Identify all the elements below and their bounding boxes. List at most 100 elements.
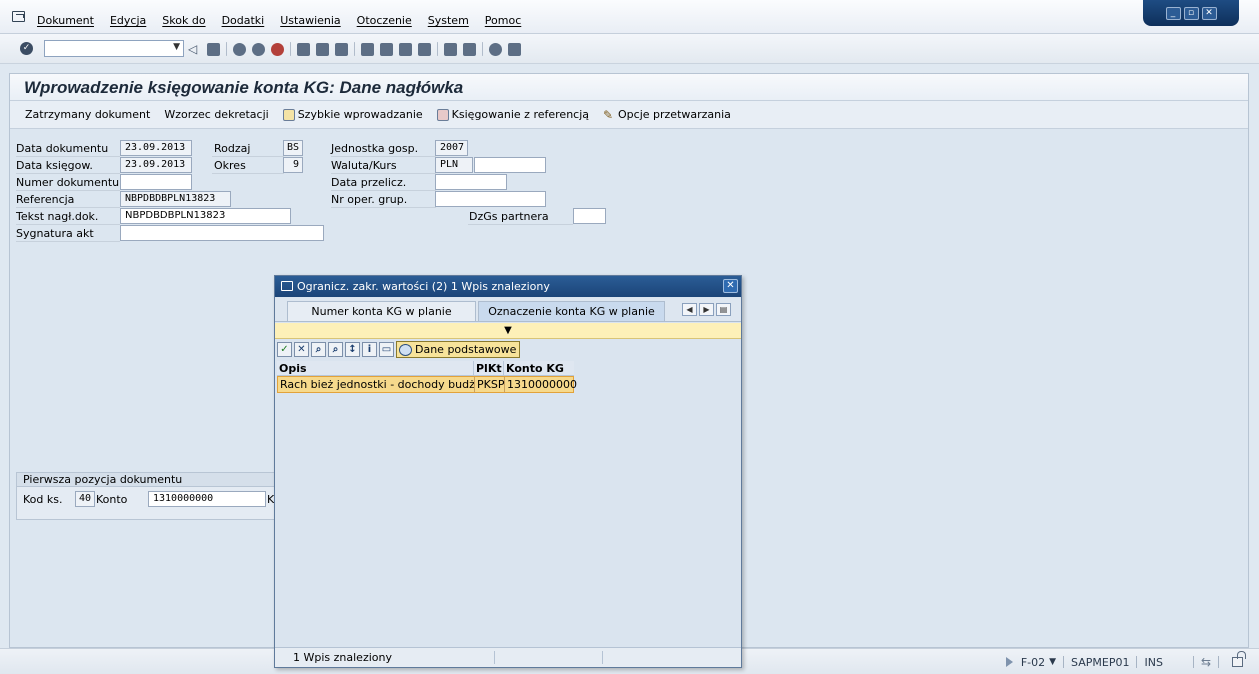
- sort-icon[interactable]: ↕: [345, 342, 360, 357]
- exchange-rate-field[interactable]: [474, 157, 546, 173]
- tab-account-description[interactable]: Oznaczenie konta KG w planie kont: [478, 301, 665, 338]
- next-page-icon[interactable]: [399, 42, 412, 56]
- post-with-reference-label: Księgowanie z referencją: [451, 108, 590, 121]
- basic-data-button[interactable]: Dane podstawowe: [396, 341, 521, 358]
- menu-pomoc[interactable]: Pomoc: [485, 14, 521, 27]
- type-label: Rodzaj: [214, 142, 251, 155]
- column-header-account[interactable]: Konto KG: [504, 361, 572, 375]
- filter-icon: ▼: [504, 325, 512, 336]
- type-field[interactable]: BS: [283, 140, 303, 156]
- doc-number-field[interactable]: [120, 174, 192, 190]
- last-page-icon[interactable]: [418, 42, 431, 56]
- post-with-reference-button[interactable]: Księgowanie z referencją: [436, 108, 590, 121]
- input-mode[interactable]: INS: [1144, 656, 1162, 669]
- enter-icon[interactable]: ✓: [20, 42, 33, 55]
- toolbar-separator: [482, 42, 483, 56]
- label-underline: [331, 207, 436, 208]
- period-field[interactable]: 9: [283, 157, 303, 173]
- previous-page-icon[interactable]: [380, 42, 393, 56]
- fast-entry-icon: [282, 108, 295, 121]
- doc-date-field[interactable]: 23.09.2013: [120, 140, 192, 156]
- tab-account-number[interactable]: Numer konta KG w planie kont: [287, 301, 476, 338]
- play-icon[interactable]: [1005, 657, 1013, 667]
- command-field[interactable]: ▼: [44, 40, 184, 57]
- menu-otoczenie[interactable]: Otoczenie: [357, 14, 412, 27]
- shortcut-icon[interactable]: [463, 42, 476, 56]
- menu-skok-do[interactable]: Skok do: [162, 14, 205, 27]
- new-session-icon[interactable]: [444, 42, 457, 56]
- fast-entry-label: Szybkie wprowadzanie: [297, 108, 423, 121]
- table-row[interactable]: Rach bież jednostki - dochody budżetowe …: [277, 376, 577, 393]
- tab-list-icon[interactable]: ▤: [716, 303, 731, 316]
- filter-toggle-bar[interactable]: ▼: [275, 323, 741, 339]
- post-date-field[interactable]: 23.09.2013: [120, 157, 192, 173]
- checkmark-icon[interactable]: ✓: [277, 342, 292, 357]
- exit-icon[interactable]: [252, 42, 265, 56]
- editing-options-button[interactable]: ✎ Opcje przetwarzania: [603, 108, 731, 121]
- held-document-button[interactable]: Zatrzymany dokument: [25, 108, 150, 121]
- pencil-icon: ✎: [603, 107, 614, 122]
- partner-field[interactable]: [573, 208, 606, 224]
- held-document-label: Zatrzymany dokument: [25, 108, 151, 121]
- account-field[interactable]: 1310000000: [148, 491, 266, 507]
- menu-edycja[interactable]: Edycja: [110, 14, 146, 27]
- posting-template-button[interactable]: Wzorzec dekretacji: [164, 108, 268, 121]
- translation-date-field[interactable]: [435, 174, 507, 190]
- account-label: Konto: [96, 493, 128, 506]
- window-controls: _ ▫ ✕: [1143, 0, 1239, 26]
- print-icon[interactable]: [297, 42, 310, 56]
- group-op-field[interactable]: [435, 191, 546, 207]
- lock-icon[interactable]: [1232, 651, 1246, 667]
- find-next-icon[interactable]: ⌕: [328, 342, 343, 357]
- back-nav-icon[interactable]: ◁: [188, 42, 201, 56]
- column-header-description[interactable]: Opis: [277, 361, 474, 375]
- help-icon[interactable]: [489, 42, 502, 56]
- close-icon[interactable]: ✕: [723, 279, 738, 293]
- cell-chart: PKSP: [477, 377, 505, 392]
- cancel-icon[interactable]: ✕: [294, 342, 309, 357]
- tab-right-icon[interactable]: ▶: [699, 303, 714, 316]
- window-menu-icon[interactable]: [12, 11, 25, 22]
- first-item-title: Pierwsza pozycja dokumentu: [17, 473, 275, 487]
- tab-left-icon[interactable]: ◀: [682, 303, 697, 316]
- transaction-code: F-02: [1020, 655, 1046, 669]
- header-text-field[interactable]: NBPDBDBPLN13823: [120, 208, 291, 224]
- file-signature-field[interactable]: [120, 225, 324, 241]
- dialog-status-text: 1 Wpis znaleziony: [293, 651, 392, 664]
- minimize-icon[interactable]: _: [1165, 6, 1181, 20]
- post-date-label: Data księgow.: [16, 159, 93, 172]
- find-next-icon[interactable]: [335, 42, 348, 56]
- chevron-down-icon[interactable]: ▼: [1049, 657, 1056, 667]
- menu-dokument[interactable]: Dokument: [37, 14, 94, 27]
- label-underline: [212, 156, 284, 157]
- dialog-menu-icon[interactable]: [281, 281, 293, 291]
- posting-key-field[interactable]: 40: [75, 491, 95, 507]
- currency-field[interactable]: PLN: [435, 157, 473, 173]
- menu-ustawienia[interactable]: Ustawienia: [280, 14, 340, 27]
- status-separator: [1192, 656, 1194, 668]
- search-icon: [399, 343, 412, 356]
- find-icon[interactable]: [316, 42, 329, 56]
- company-code-field[interactable]: 2007: [435, 140, 468, 156]
- cancel-icon[interactable]: [271, 42, 284, 56]
- standard-toolbar: ✓ ▼ ◁: [0, 34, 1259, 64]
- first-page-icon[interactable]: [361, 42, 374, 56]
- layout-menu-icon[interactable]: [508, 42, 521, 56]
- menu-dodatki[interactable]: Dodatki: [222, 14, 265, 27]
- chevron-down-icon[interactable]: ▼: [173, 42, 180, 52]
- back-icon[interactable]: [233, 42, 246, 56]
- column-header-chart[interactable]: PlKt: [474, 361, 504, 375]
- find-icon[interactable]: ⌕: [311, 342, 326, 357]
- fast-entry-button[interactable]: Szybkie wprowadzanie: [282, 108, 423, 121]
- save-icon[interactable]: [207, 42, 220, 56]
- tab-navigation: ◀ ▶ ▤: [682, 303, 731, 316]
- application-toolbar: Zatrzymany dokument Wzorzec dekretacji S…: [10, 101, 1248, 129]
- menu-system[interactable]: System: [428, 14, 469, 27]
- info-icon[interactable]: i: [362, 342, 377, 357]
- posting-template-label: Wzorzec dekretacji: [164, 108, 269, 121]
- maximize-icon[interactable]: ▫: [1183, 6, 1199, 20]
- reference-field[interactable]: NBPDBDBPLN13823: [120, 191, 231, 207]
- page-title: Wprowadzenie księgowanie konta KG: Dane …: [24, 78, 464, 97]
- print-icon[interactable]: ▭: [379, 342, 394, 357]
- close-window-icon[interactable]: ✕: [1201, 6, 1217, 20]
